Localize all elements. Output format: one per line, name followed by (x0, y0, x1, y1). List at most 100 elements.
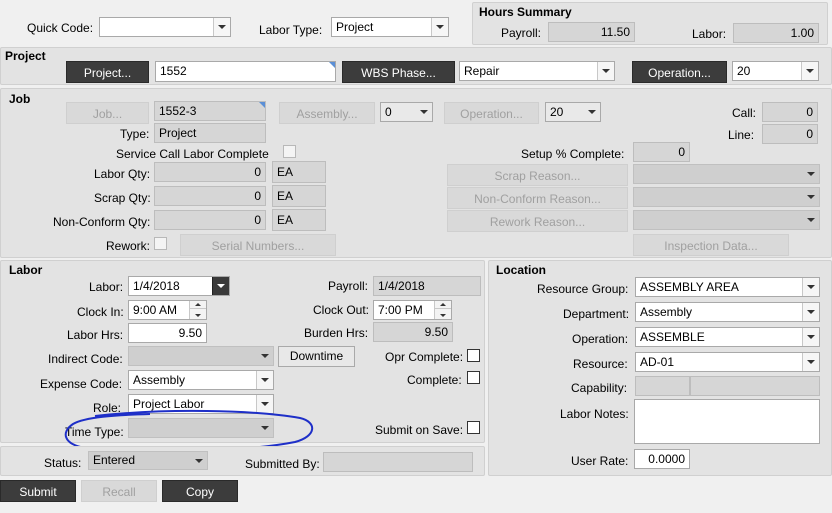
indirect-code-dropdown[interactable] (128, 346, 274, 366)
serial-numbers-button[interactable]: Serial Numbers... (180, 234, 336, 256)
chevron-down-icon[interactable] (415, 103, 432, 121)
chevron-down-icon[interactable] (256, 347, 273, 365)
line-value: 0 (762, 124, 818, 144)
submit-button[interactable]: Submit (0, 480, 76, 502)
location-operation-label: Operation: (572, 332, 629, 346)
department-dropdown[interactable]: Assembly (635, 302, 820, 322)
labor-title: Labor (9, 263, 43, 277)
project-button[interactable]: Project... (66, 61, 149, 83)
project-title: Project (5, 49, 46, 63)
service-call-label: Service Call Labor Complete (116, 147, 269, 161)
labor-notes-label: Labor Notes: (560, 407, 629, 421)
project-operation-dropdown[interactable]: 20 (732, 61, 819, 81)
resource-label: Resource: (573, 357, 628, 371)
complete-label: Complete: (407, 373, 462, 387)
capability-code (635, 376, 690, 396)
clock-in-label: Clock In: (77, 305, 124, 319)
job-operation-dropdown[interactable]: 20 (545, 102, 601, 122)
submitted-by-value (323, 452, 473, 472)
labor-type-label: Labor Type: (259, 23, 323, 37)
chevron-down-icon[interactable] (597, 62, 614, 80)
scrap-qty-value: 0 (154, 186, 266, 206)
user-rate-input[interactable]: 0.0000 (634, 449, 690, 469)
call-value: 0 (762, 102, 818, 122)
hours-labor-value: 1.00 (733, 23, 819, 43)
wbs-phase-dropdown[interactable]: Repair (459, 61, 615, 81)
nonconform-qty-value: 0 (154, 210, 266, 230)
chevron-down-icon[interactable] (802, 278, 819, 296)
recall-button[interactable]: Recall (81, 480, 157, 502)
capability-label: Capability: (571, 381, 628, 395)
submit-on-save-checkbox[interactable] (467, 421, 480, 434)
chevron-down-icon[interactable] (801, 62, 818, 80)
nonconform-qty-uom: EA (272, 209, 326, 231)
call-label: Call: (732, 106, 757, 120)
rework-label: Rework: (106, 239, 151, 253)
chevron-down-icon[interactable] (802, 188, 819, 206)
clock-in-input[interactable]: 9:00 AM (128, 300, 207, 320)
payroll-date-label: Payroll: (328, 279, 369, 293)
clock-out-spinner[interactable] (434, 301, 451, 319)
labor-date-picker[interactable]: 1/4/2018 (128, 276, 230, 296)
copy-button[interactable]: Copy (162, 480, 238, 502)
chevron-down-icon[interactable] (802, 211, 819, 229)
rework-checkbox[interactable] (154, 237, 167, 250)
scrap-reason-dropdown[interactable] (633, 164, 820, 184)
labor-hrs-input[interactable]: 9.50 (128, 323, 207, 343)
scrap-qty-label: Scrap Qty: (94, 191, 151, 205)
labor-notes-textarea[interactable] (634, 399, 820, 444)
labor-type-dropdown[interactable]: Project (331, 17, 449, 37)
clock-in-spinner[interactable] (189, 301, 206, 319)
assembly-dropdown[interactable]: 0 (380, 102, 433, 122)
burden-hrs-value: 9.50 (373, 322, 453, 342)
clock-out-input[interactable]: 7:00 PM (373, 300, 452, 320)
nonconform-reason-dropdown[interactable] (633, 187, 820, 207)
location-operation-dropdown[interactable]: ASSEMBLE (635, 327, 820, 347)
scrap-qty-uom: EA (272, 185, 326, 207)
chevron-down-icon[interactable] (802, 165, 819, 183)
project-operation-button[interactable]: Operation... (632, 61, 727, 83)
status-label: Status: (44, 456, 82, 470)
labor-qty-label: Labor Qty: (94, 167, 151, 181)
resource-group-dropdown[interactable]: ASSEMBLY AREA (635, 277, 820, 297)
complete-checkbox[interactable] (467, 371, 480, 384)
job-button[interactable]: Job... (66, 102, 149, 124)
chevron-down-icon[interactable] (190, 452, 207, 469)
nonconform-reason-button[interactable]: Non-Conform Reason... (447, 187, 628, 209)
assembly-button[interactable]: Assembly... (279, 102, 375, 124)
expense-code-dropdown[interactable]: Assembly (128, 370, 274, 390)
job-operation-button[interactable]: Operation... (444, 102, 539, 124)
job-value: 1552-3 (154, 101, 266, 121)
status-dropdown[interactable]: Entered (88, 451, 208, 470)
chevron-down-icon[interactable] (802, 328, 819, 346)
rework-reason-dropdown[interactable] (633, 210, 820, 230)
opr-complete-label: Opr Complete: (385, 350, 464, 364)
chevron-down-icon[interactable] (212, 277, 229, 295)
resource-group-label: Resource Group: (537, 282, 629, 296)
chevron-down-icon[interactable] (213, 18, 230, 36)
resource-dropdown[interactable]: AD-01 (635, 352, 820, 372)
location-title: Location (496, 263, 546, 277)
inspection-data-button[interactable]: Inspection Data... (633, 234, 789, 256)
service-call-checkbox[interactable] (283, 145, 296, 158)
chevron-down-icon[interactable] (802, 303, 819, 321)
chevron-down-icon[interactable] (802, 353, 819, 371)
quick-code-label: Quick Code: (27, 21, 94, 35)
chevron-down-icon[interactable] (583, 103, 600, 121)
downtime-button[interactable]: Downtime (278, 346, 355, 367)
chevron-down-icon[interactable] (256, 371, 273, 389)
chevron-down-icon[interactable] (431, 18, 448, 36)
labor-date-label: Labor: (89, 280, 124, 294)
nonconform-qty-label: Non-Conform Qty: (53, 215, 151, 229)
labor-hrs-label: Labor Hrs: (67, 328, 124, 342)
rework-reason-button[interactable]: Rework Reason... (447, 210, 628, 232)
submitted-by-label: Submitted By: (245, 457, 320, 471)
wbs-phase-button[interactable]: WBS Phase... (342, 61, 455, 83)
department-label: Department: (563, 307, 630, 321)
project-input[interactable]: 1552 (155, 61, 336, 82)
opr-complete-checkbox[interactable] (467, 349, 480, 362)
type-value: Project (154, 123, 266, 143)
scrap-reason-button[interactable]: Scrap Reason... (447, 164, 628, 186)
type-label: Type: (120, 127, 150, 141)
quick-code-dropdown[interactable] (99, 17, 231, 37)
